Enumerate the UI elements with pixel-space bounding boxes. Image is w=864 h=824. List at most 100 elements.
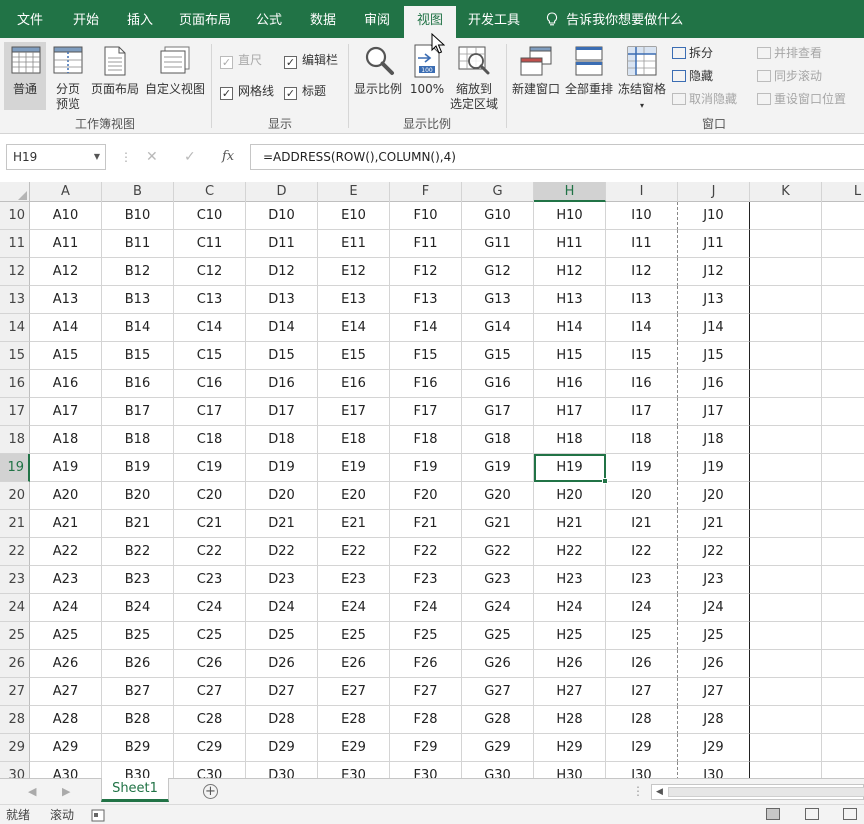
insert-function-icon[interactable]: fx [222,144,234,170]
cell[interactable] [822,594,864,622]
cell[interactable]: J11 [678,230,750,258]
cell[interactable] [822,622,864,650]
cell[interactable]: E11 [318,230,390,258]
formula-bar-grip[interactable]: ⋮ [120,144,132,170]
cell[interactable]: D24 [246,594,318,622]
cell[interactable]: I29 [606,734,678,762]
cell[interactable]: B11 [102,230,174,258]
cell[interactable] [822,566,864,594]
page-break-preview-button[interactable]: 分页 预览 [50,42,86,112]
cell[interactable]: D23 [246,566,318,594]
cell[interactable]: E29 [318,734,390,762]
cell[interactable]: A12 [30,258,102,286]
cell[interactable]: F22 [390,538,462,566]
cell[interactable]: C21 [174,510,246,538]
cell[interactable]: E15 [318,342,390,370]
arrange-all-button[interactable]: 全部重排 [563,42,615,110]
cell[interactable]: I19 [606,454,678,482]
normal-view-button[interactable]: 普通 [4,42,46,110]
cell[interactable]: C13 [174,286,246,314]
cell[interactable]: H30 [534,762,606,778]
cell[interactable] [750,706,822,734]
column-header-h[interactable]: H [534,182,606,202]
cell[interactable] [750,678,822,706]
cell[interactable]: H24 [534,594,606,622]
cell[interactable]: H13 [534,286,606,314]
cell[interactable]: G30 [462,762,534,778]
cell[interactable]: E19 [318,454,390,482]
row-header[interactable]: 21 [0,510,30,538]
page-layout-status-icon[interactable] [805,808,819,820]
column-header-k[interactable]: K [750,182,822,202]
cell[interactable]: E16 [318,370,390,398]
cell[interactable]: D10 [246,202,318,230]
cell[interactable] [822,398,864,426]
cell[interactable]: D18 [246,426,318,454]
cell[interactable] [822,706,864,734]
cell[interactable] [822,538,864,566]
cell[interactable]: F21 [390,510,462,538]
name-box[interactable]: H19 ▼ [6,144,106,170]
cell[interactable] [822,370,864,398]
cell[interactable]: F28 [390,706,462,734]
cell[interactable]: B27 [102,678,174,706]
cell[interactable]: C16 [174,370,246,398]
scroll-left-icon[interactable]: ◀ [28,779,36,805]
cell[interactable]: B25 [102,622,174,650]
cell[interactable]: G20 [462,482,534,510]
cell[interactable]: F20 [390,482,462,510]
scrollbar-splitter[interactable]: ⋮ [632,784,644,798]
row-header[interactable]: 26 [0,650,30,678]
cell[interactable]: A25 [30,622,102,650]
cell[interactable]: A20 [30,482,102,510]
cell[interactable]: H14 [534,314,606,342]
cell[interactable]: E28 [318,706,390,734]
cell[interactable]: A14 [30,314,102,342]
cell[interactable]: E24 [318,594,390,622]
cell[interactable]: I23 [606,566,678,594]
cell[interactable]: D26 [246,650,318,678]
cell[interactable]: A22 [30,538,102,566]
cell[interactable]: H23 [534,566,606,594]
cell[interactable]: A15 [30,342,102,370]
cell[interactable]: F26 [390,650,462,678]
row-header[interactable]: 22 [0,538,30,566]
cell[interactable]: B21 [102,510,174,538]
cell[interactable]: J12 [678,258,750,286]
cell[interactable]: I12 [606,258,678,286]
cell[interactable]: C25 [174,622,246,650]
cell[interactable]: B16 [102,370,174,398]
scroll-left-arrow-icon[interactable]: ◀ [656,785,663,799]
cell[interactable]: A10 [30,202,102,230]
cell[interactable]: I14 [606,314,678,342]
cell[interactable]: C11 [174,230,246,258]
cell[interactable]: J24 [678,594,750,622]
column-header-f[interactable]: F [390,182,462,202]
cell[interactable]: A11 [30,230,102,258]
column-header-l[interactable]: L [822,182,864,202]
gridlines-checkbox[interactable]: ✓ 网格线 [220,83,274,100]
horizontal-scrollbar[interactable]: ◀ [651,784,864,800]
reset-window-position-button[interactable]: 重设窗口位置 [757,90,846,108]
cell[interactable]: H28 [534,706,606,734]
cell[interactable]: C19 [174,454,246,482]
cell[interactable]: I24 [606,594,678,622]
cell[interactable]: H10 [534,202,606,230]
fill-handle[interactable] [602,478,608,484]
cell[interactable]: D21 [246,510,318,538]
cell[interactable] [750,538,822,566]
cell[interactable]: E10 [318,202,390,230]
cell[interactable]: B14 [102,314,174,342]
cell[interactable] [822,230,864,258]
row-header[interactable]: 27 [0,678,30,706]
cell[interactable]: I10 [606,202,678,230]
cell[interactable]: H19 [534,454,606,482]
cell[interactable]: D27 [246,678,318,706]
cell[interactable]: C30 [174,762,246,778]
cell[interactable]: E27 [318,678,390,706]
cell[interactable]: C17 [174,398,246,426]
cell[interactable]: J28 [678,706,750,734]
cell[interactable] [822,258,864,286]
cell[interactable] [822,286,864,314]
cell[interactable] [822,734,864,762]
